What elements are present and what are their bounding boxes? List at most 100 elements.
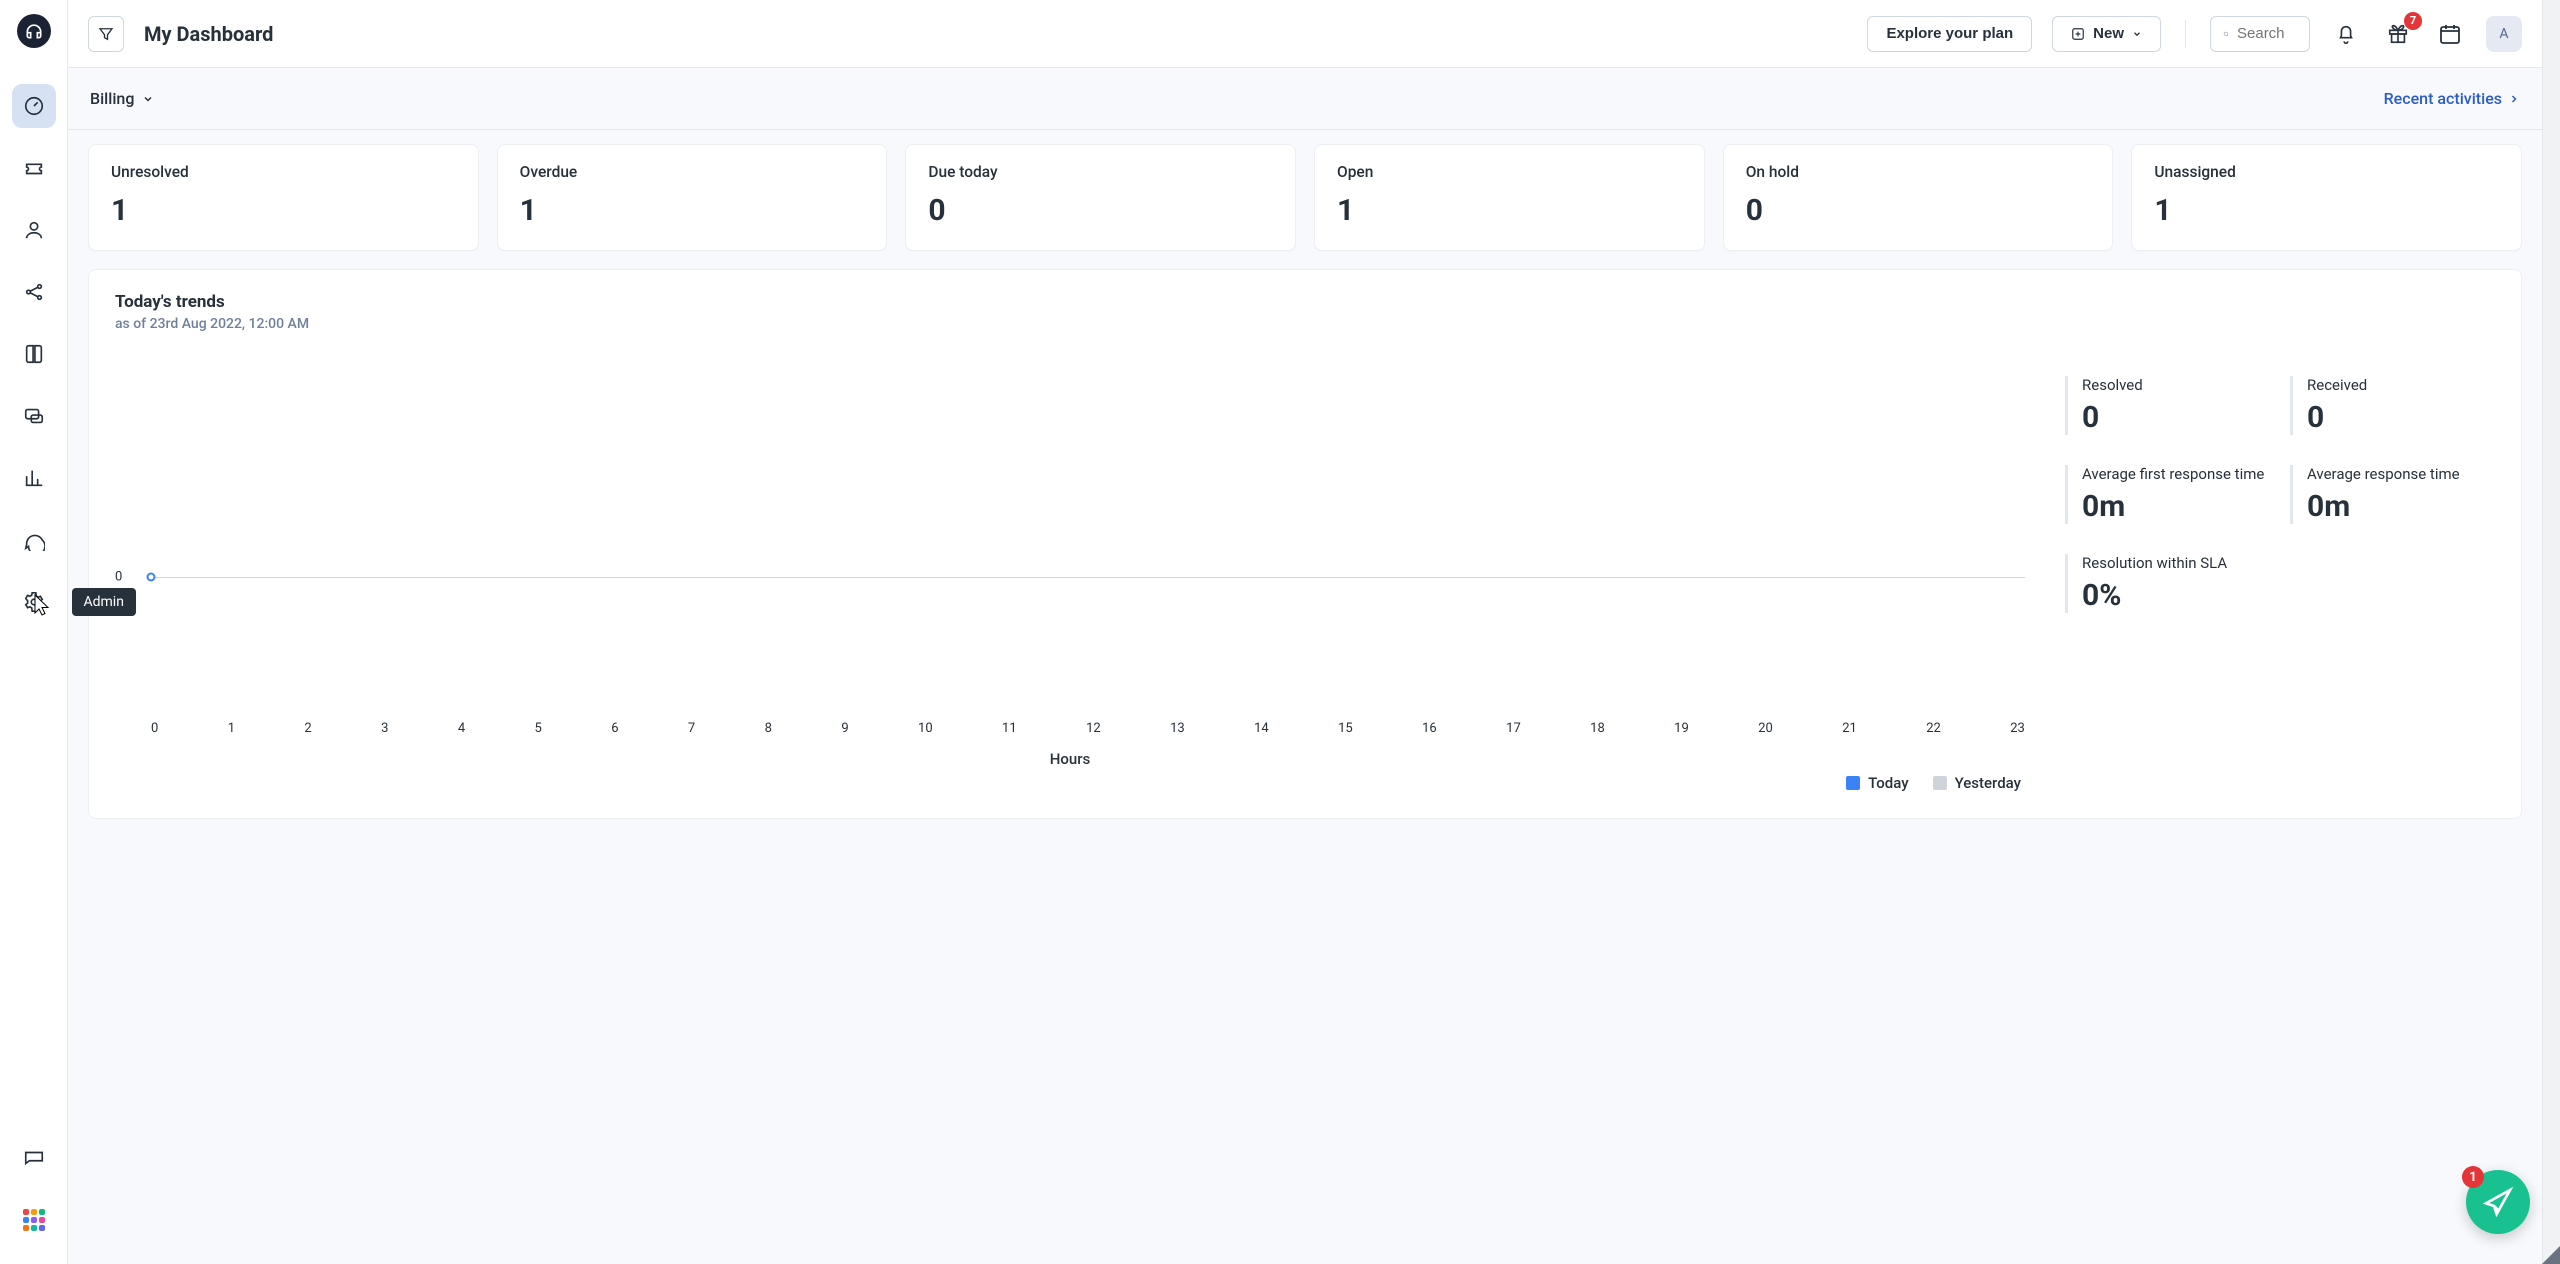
- chat-fab[interactable]: 1: [2466, 1170, 2530, 1234]
- sidebar-item-support[interactable]: [12, 518, 56, 562]
- search-box[interactable]: [2210, 16, 2310, 52]
- kpi-card-unassigned[interactable]: Unassigned1: [2131, 144, 2522, 251]
- bar-chart-icon: [23, 467, 45, 489]
- chart-plot: 0: [115, 376, 2025, 711]
- freshworks-icon: [2482, 1186, 2514, 1218]
- sidebar-item-admin[interactable]: Admin: [12, 580, 56, 624]
- kpi-value: 1: [1337, 193, 1682, 228]
- sidebar-item-messages[interactable]: [12, 394, 56, 438]
- book-icon: [23, 343, 45, 365]
- metric-first-response: Average first response time0m: [2065, 465, 2270, 524]
- metric-response-time: Average response time0m: [2290, 465, 2495, 524]
- gift-badge: 7: [2404, 12, 2422, 30]
- ticket-icon: [23, 157, 45, 179]
- search-icon: [2223, 26, 2229, 42]
- sidebar-nav: Admin: [12, 84, 56, 624]
- trends-subtitle: as of 23rd Aug 2022, 12:00 AM: [115, 316, 2495, 332]
- chat-bubble-icon: [23, 529, 45, 551]
- avatar[interactable]: A: [2486, 16, 2522, 52]
- content: Unresolved 1 Overdue 1 Due today 0 Open 1 On…: [68, 130, 2542, 1264]
- chart-data-point: [147, 573, 156, 582]
- gauge-icon: [23, 95, 45, 117]
- filter-icon: [97, 25, 115, 43]
- trends-panel: Today's trends as of 23rd Aug 2022, 12:0…: [88, 269, 2522, 819]
- kpi-cards: Unresolved 1 Overdue 1 Due today 0 Open 1 On…: [88, 144, 2522, 251]
- gear-icon: [23, 591, 45, 613]
- kpi-value: 1: [111, 193, 456, 228]
- trends-title: Today's trends: [115, 292, 2495, 312]
- message-icon: [23, 1147, 45, 1169]
- kpi-card-due-today[interactable]: Due today 0: [905, 144, 1296, 251]
- sidebar-item-help[interactable]: [12, 1136, 56, 1180]
- headset-icon: [24, 21, 44, 41]
- tooltip: Admin: [72, 588, 136, 616]
- chevron-down-icon: [142, 93, 154, 105]
- chart-legend: Today Yesterday: [115, 774, 2025, 792]
- topbar: My Dashboard Explore your plan New 7 A: [68, 0, 2542, 68]
- new-button-label: New: [2093, 25, 2124, 42]
- sidebar-item-social[interactable]: [12, 270, 56, 314]
- kpi-card-open[interactable]: Open 1: [1314, 144, 1705, 251]
- metric-resolved: Resolved0: [2065, 376, 2270, 435]
- kpi-value: 0: [928, 193, 1273, 228]
- sidebar-item-tickets[interactable]: [12, 146, 56, 190]
- sidebar-item-reports[interactable]: [12, 456, 56, 500]
- kpi-label: Overdue: [520, 163, 865, 181]
- kpi-label: Unresolved: [111, 163, 456, 181]
- chevron-down-icon: [2132, 29, 2142, 39]
- chart-ytick: 0: [115, 570, 122, 585]
- chart-xlabel: Hours: [115, 750, 2025, 768]
- user-icon: [23, 219, 45, 241]
- app-logo[interactable]: [17, 14, 51, 48]
- kpi-value: 0: [1746, 193, 2091, 228]
- sidebar-item-dashboard[interactable]: [12, 84, 56, 128]
- kpi-card-unresolved[interactable]: Unresolved 1: [88, 144, 479, 251]
- page-title: My Dashboard: [144, 22, 273, 46]
- fab-badge: 1: [2462, 1166, 2484, 1188]
- trends-header: Today's trends as of 23rd Aug 2022, 12:0…: [115, 292, 2495, 332]
- group-select[interactable]: Billing: [90, 89, 154, 108]
- explore-plan-button[interactable]: Explore your plan: [1867, 16, 2032, 52]
- new-button[interactable]: New: [2052, 16, 2161, 52]
- kpi-card-overdue[interactable]: Overdue 1: [497, 144, 888, 251]
- metrics-column: Resolved0 Received0 Average first respon…: [2065, 376, 2495, 792]
- sidebar-bottom: [12, 1136, 56, 1264]
- calendar-icon: [2438, 22, 2462, 46]
- recent-activities-link[interactable]: Recent activities: [2384, 89, 2520, 108]
- apps-grid-icon: [23, 1209, 45, 1231]
- scrollbar[interactable]: [2542, 0, 2560, 1264]
- kpi-value: 1: [520, 193, 865, 228]
- legend-yesterday: Yesterday: [1933, 774, 2021, 792]
- group-select-label: Billing: [90, 89, 134, 108]
- metric-sla: Resolution within SLA0%: [2065, 554, 2279, 613]
- kpi-card-on-hold[interactable]: On hold 0: [1723, 144, 2114, 251]
- filter-button[interactable]: [88, 16, 124, 52]
- kpi-label: Unassigned: [2154, 163, 2499, 181]
- metric-received: Received0: [2290, 376, 2495, 435]
- chat-icon: [23, 405, 45, 427]
- bell-icon: [2335, 23, 2357, 45]
- divider: [2185, 20, 2186, 48]
- legend-today: Today: [1846, 774, 1908, 792]
- chevron-right-icon: [2508, 93, 2520, 105]
- kpi-label: On hold: [1746, 163, 2091, 181]
- chart-xticks: 01234567891011121314151617181920212223: [115, 711, 2025, 742]
- sidebar-item-knowledge[interactable]: [12, 332, 56, 376]
- subbar: Billing Recent activities: [68, 68, 2542, 130]
- trends-body: 0 01234567891011121314151617181920212223…: [115, 376, 2495, 792]
- main: My Dashboard Explore your plan New 7 A B…: [68, 0, 2542, 1264]
- resize-handle[interactable]: [2542, 1246, 2560, 1264]
- share-nodes-icon: [23, 281, 45, 303]
- whats-new-button[interactable]: 7: [2382, 18, 2414, 50]
- chart-area: 0 01234567891011121314151617181920212223…: [115, 376, 2025, 792]
- sidebar-item-apps[interactable]: [12, 1198, 56, 1242]
- notifications-button[interactable]: [2330, 18, 2362, 50]
- sidebar: Admin: [0, 0, 68, 1264]
- availability-button[interactable]: [2434, 18, 2466, 50]
- kpi-label: Due today: [928, 163, 1273, 181]
- recent-activities-label: Recent activities: [2384, 89, 2502, 108]
- plus-icon: [2071, 27, 2085, 41]
- sidebar-item-contacts[interactable]: [12, 208, 56, 252]
- kpi-label: Open: [1337, 163, 1682, 181]
- search-input[interactable]: [2237, 25, 2297, 42]
